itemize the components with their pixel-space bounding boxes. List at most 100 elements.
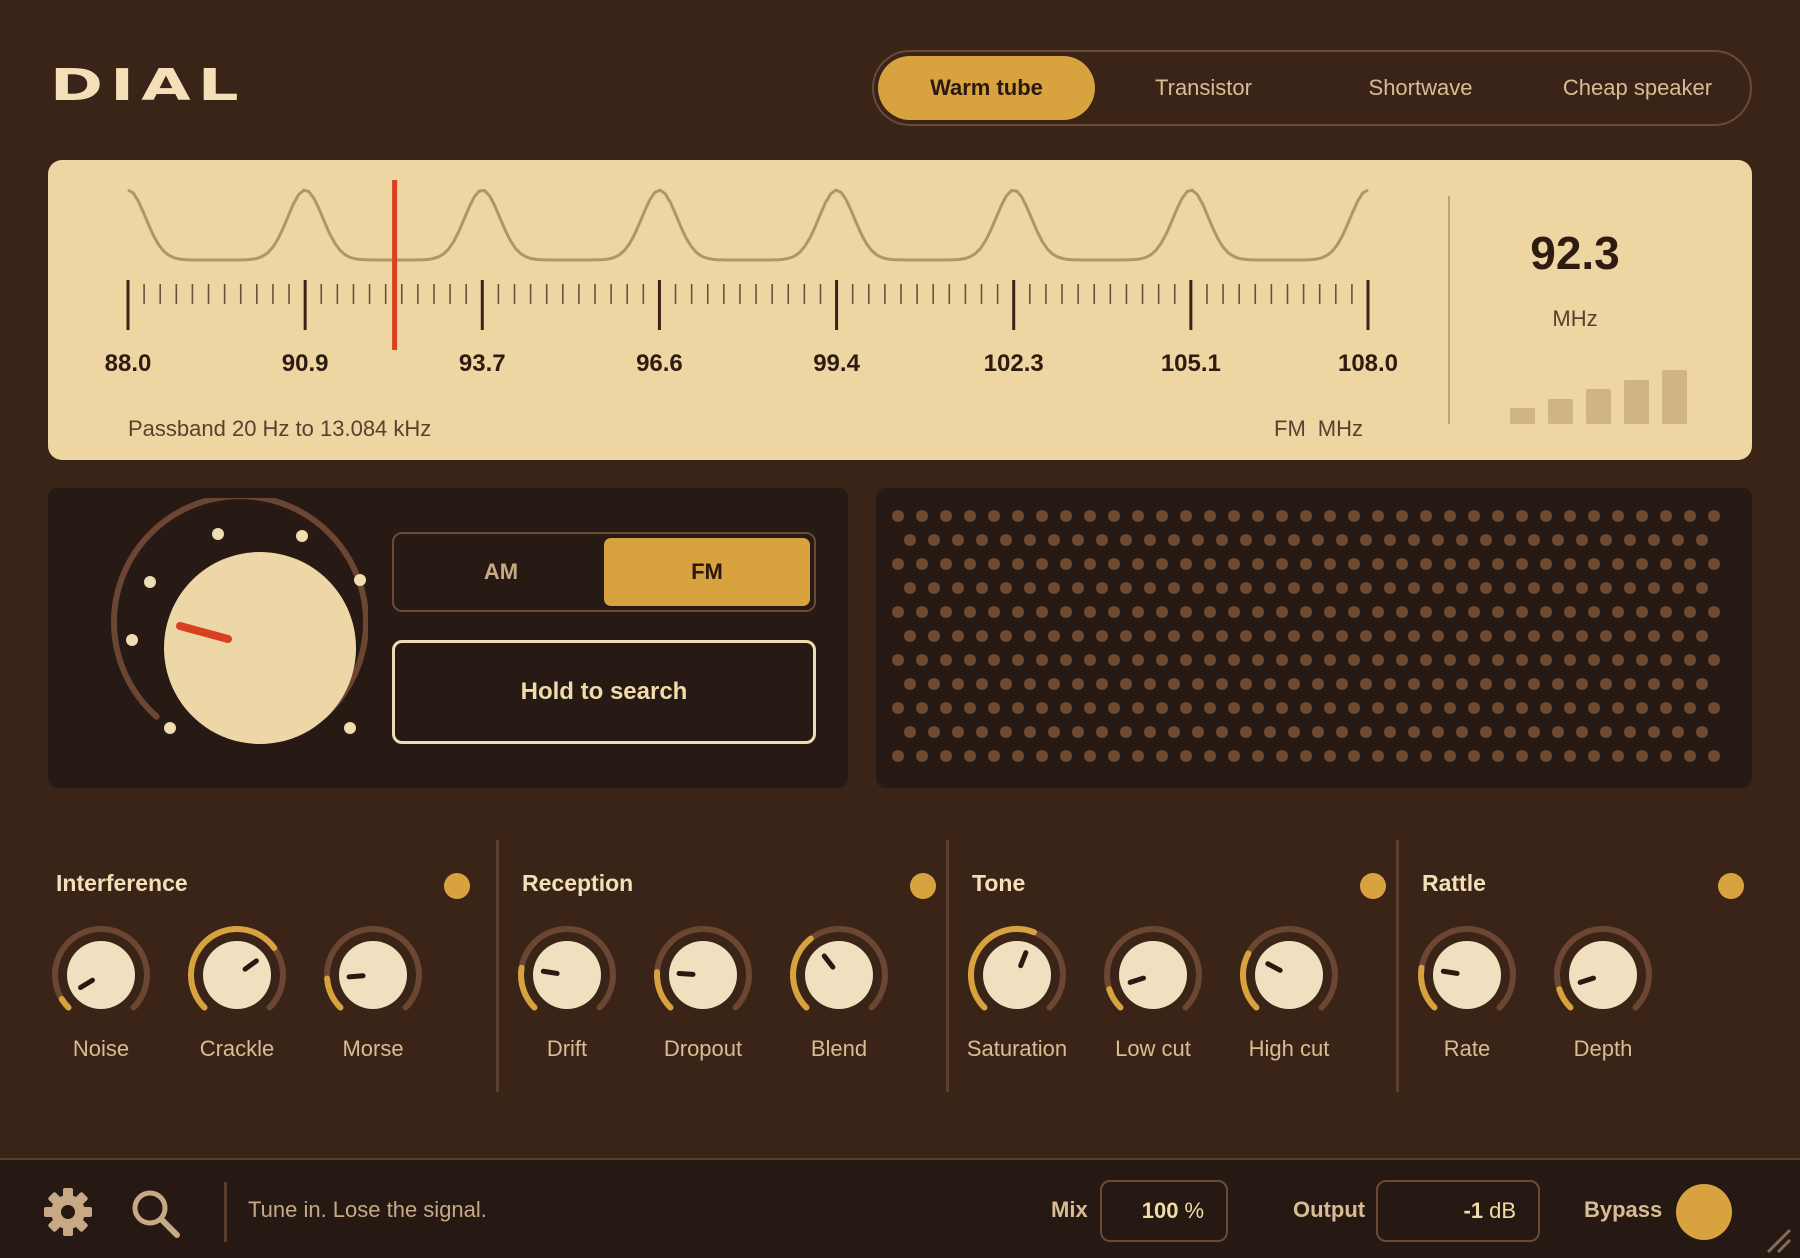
knob-high-cut[interactable]: High cut — [1234, 920, 1344, 1070]
grille-hole — [1348, 702, 1360, 714]
grille-hole — [1540, 702, 1552, 714]
knob-low-cut[interactable]: Low cut — [1098, 920, 1208, 1070]
section-enable-toggle[interactable] — [1360, 873, 1386, 899]
band-fm-button[interactable]: FM — [604, 538, 810, 606]
grille-hole — [1036, 606, 1048, 618]
grille-hole — [1420, 606, 1432, 618]
grille-hole — [1216, 582, 1228, 594]
grille-hole — [952, 582, 964, 594]
grille-hole — [1408, 630, 1420, 642]
grille-hole — [1672, 678, 1684, 690]
knob-noise[interactable]: Noise — [46, 920, 156, 1070]
grille-hole — [904, 534, 916, 546]
section-enable-toggle[interactable] — [1718, 873, 1744, 899]
preset-transistor[interactable]: Transistor — [1095, 56, 1312, 120]
section-interference: Interference Noise Crackle Morse — [48, 840, 478, 1092]
grille-hole — [1432, 726, 1444, 738]
grille-hole — [1228, 654, 1240, 666]
band-am-button[interactable]: AM — [398, 538, 604, 606]
grille-hole — [1072, 534, 1084, 546]
grille-hole — [1108, 558, 1120, 570]
knob-blend[interactable]: Blend — [784, 920, 894, 1070]
grille-hole — [1588, 750, 1600, 762]
grille-hole — [1456, 534, 1468, 546]
grille-hole — [1516, 654, 1528, 666]
grille-hole — [1048, 726, 1060, 738]
grille-hole — [1048, 534, 1060, 546]
grille-hole — [1660, 510, 1672, 522]
grille-hole — [1636, 606, 1648, 618]
grille-hole — [1012, 654, 1024, 666]
grille-hole — [1012, 702, 1024, 714]
section-enable-toggle[interactable] — [444, 873, 470, 899]
grille-hole — [1552, 678, 1564, 690]
grille-hole — [1228, 750, 1240, 762]
frequency-dial-panel[interactable]: 88.0 90.9 93.7 96.6 99.4 102.3 105.1 108.0 Pass… — [48, 160, 1752, 460]
grille-hole — [1456, 630, 1468, 642]
grille-hole — [1564, 558, 1576, 570]
grille-hole — [1612, 510, 1624, 522]
preset-warm-tube[interactable]: Warm tube — [878, 56, 1095, 120]
mix-value: 100 — [1141, 1198, 1179, 1223]
grille-hole — [1324, 702, 1336, 714]
grille-hole — [1468, 510, 1480, 522]
grille-hole — [1624, 678, 1636, 690]
grille-hole — [1300, 750, 1312, 762]
grille-hole — [1636, 558, 1648, 570]
hold-to-search-button[interactable]: Hold to search — [392, 640, 816, 744]
preset-cheap-speaker[interactable]: Cheap speaker — [1529, 56, 1746, 120]
grille-hole — [1132, 510, 1144, 522]
grille-hole — [1000, 630, 1012, 642]
knob-dropout[interactable]: Dropout — [648, 920, 758, 1070]
grille-hole — [1660, 606, 1672, 618]
frequency-readout-unit: MHz — [1552, 306, 1598, 331]
grille-hole — [1372, 654, 1384, 666]
grille-hole — [1324, 510, 1336, 522]
preset-shortwave[interactable]: Shortwave — [1312, 56, 1529, 120]
grille-hole — [1396, 558, 1408, 570]
grille-hole — [1408, 726, 1420, 738]
grille-hole — [1516, 510, 1528, 522]
grille-hole — [1360, 726, 1372, 738]
grille-hole — [1576, 582, 1588, 594]
grille-hole — [1612, 750, 1624, 762]
grille-hole — [964, 702, 976, 714]
grille-hole — [1204, 606, 1216, 618]
knob-morse[interactable]: Morse — [318, 920, 428, 1070]
mix-field[interactable]: 100 % — [1100, 1180, 1228, 1242]
knob-drift[interactable]: Drift — [512, 920, 622, 1070]
grille-hole — [1156, 702, 1168, 714]
grille-hole — [916, 654, 928, 666]
output-label: Output — [1293, 1197, 1366, 1222]
knob-rate[interactable]: Rate — [1412, 920, 1522, 1070]
bypass-toggle[interactable] — [1676, 1184, 1732, 1240]
grille-hole — [1012, 510, 1024, 522]
knob-label: Low cut — [1115, 1036, 1191, 1061]
knob-indicator — [1440, 968, 1460, 976]
grille-hole — [1072, 678, 1084, 690]
grille-hole — [988, 750, 1000, 762]
frequency-scale[interactable] — [48, 160, 1448, 460]
knob-face — [805, 941, 873, 1009]
knob-face — [983, 941, 1051, 1009]
tuning-knob-icon[interactable] — [68, 498, 368, 778]
grille-hole — [1672, 726, 1684, 738]
grille-hole — [1252, 510, 1264, 522]
knob-dial-icon — [1418, 926, 1516, 1011]
resize-handle-icon[interactable] — [1764, 1226, 1792, 1254]
knob-saturation[interactable]: Saturation — [962, 920, 1072, 1070]
grille-hole — [1228, 510, 1240, 522]
knob-value-arc — [1106, 986, 1124, 1011]
knob-dial-icon — [654, 926, 752, 1011]
grille-hole — [1576, 678, 1588, 690]
gear-icon[interactable] — [42, 1186, 94, 1238]
knob-depth[interactable]: Depth — [1548, 920, 1658, 1070]
grille-hole — [1372, 510, 1384, 522]
grille-hole — [1516, 702, 1528, 714]
section-enable-toggle[interactable] — [910, 873, 936, 899]
output-field[interactable]: -1 dB — [1376, 1180, 1540, 1242]
knob-crackle[interactable]: Crackle — [182, 920, 292, 1070]
search-icon[interactable] — [128, 1186, 182, 1240]
grille-hole — [1168, 630, 1180, 642]
grille-hole — [1240, 726, 1252, 738]
